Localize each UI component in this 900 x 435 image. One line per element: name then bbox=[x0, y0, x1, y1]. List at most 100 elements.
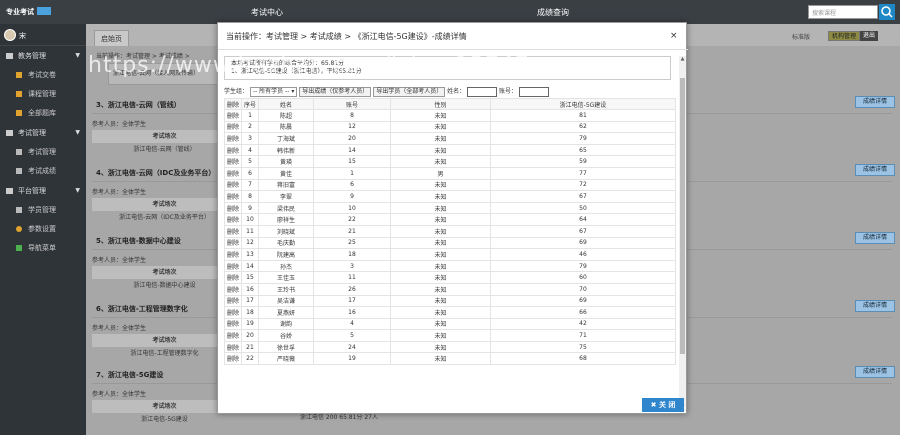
table-cell: 15 bbox=[241, 271, 259, 284]
delete-link[interactable]: 删除 bbox=[224, 178, 242, 192]
table-cell: 未知 bbox=[390, 224, 491, 238]
folder-icon bbox=[6, 130, 13, 136]
delete-link[interactable]: 删除 bbox=[224, 132, 242, 145]
exam-session-cell: 浙江电信-云网（IDC及业务平台） bbox=[119, 214, 210, 221]
exam-session-cell: 浙江电信-工程管理数字化 bbox=[130, 350, 199, 357]
delete-link[interactable]: 删除 bbox=[224, 248, 242, 261]
delete-link[interactable]: 删除 bbox=[224, 259, 242, 273]
scrollbar[interactable]: ▲ ▼ bbox=[679, 56, 686, 411]
table-cell: 毛庆勤 bbox=[258, 236, 314, 250]
exit-button[interactable]: 退出 bbox=[860, 31, 879, 41]
table-row: 删除 4 韩伟新 14 未知 65 bbox=[224, 143, 676, 157]
table-cell: 未知 bbox=[390, 120, 491, 134]
delete-link[interactable]: 删除 bbox=[224, 329, 242, 342]
table-cell: 81 bbox=[490, 109, 676, 122]
table-row: 删除 3 丁海斌 20 未知 79 bbox=[224, 132, 676, 145]
grade-detail-button[interactable]: 成绩详情 bbox=[855, 300, 895, 312]
header-links[interactable]: 标准版 bbox=[792, 32, 810, 41]
delete-link[interactable]: 删除 bbox=[224, 271, 242, 284]
table-cell: 未知 bbox=[390, 259, 491, 273]
delete-link[interactable]: 删除 bbox=[224, 224, 242, 238]
exam-session-header: 考试场次 bbox=[92, 400, 237, 413]
search-button[interactable] bbox=[879, 4, 895, 20]
table-cell: 25 bbox=[313, 236, 391, 250]
grade-detail-button[interactable]: 成绩详情 bbox=[855, 96, 895, 108]
sidebar-item-navmenu[interactable]: 导航菜单 bbox=[0, 239, 86, 258]
chevron-down-icon: ▼ bbox=[75, 52, 80, 59]
delete-link[interactable]: 删除 bbox=[224, 352, 242, 366]
table-row: 删除 19 谢韵 4 未知 42 bbox=[224, 317, 676, 331]
exam-session-header: 考试场次 bbox=[92, 130, 237, 143]
table-cell: 68 bbox=[490, 352, 676, 366]
table-cell: 未知 bbox=[390, 143, 491, 157]
sidebar-item-students[interactable]: 学员管理 bbox=[0, 201, 86, 220]
avatar[interactable] bbox=[4, 29, 16, 41]
delete-link[interactable]: 删除 bbox=[224, 282, 242, 296]
table-row: 删除 6 黄佳 1 男 77 bbox=[224, 166, 676, 180]
table-row: 删除 2 陈晨 12 未知 62 bbox=[224, 120, 676, 134]
scroll-thumb[interactable] bbox=[680, 78, 685, 354]
delete-link[interactable]: 删除 bbox=[224, 109, 242, 122]
tab-home[interactable]: 启始页 bbox=[94, 30, 129, 46]
sidebar-cat-exam[interactable]: 考试管理 ▼ bbox=[0, 123, 86, 143]
delete-link[interactable]: 删除 bbox=[224, 143, 242, 157]
delete-link[interactable]: 删除 bbox=[224, 201, 242, 215]
table-cell: 廖祥生 bbox=[258, 213, 314, 226]
exam-people: 参考人员：全体学生 bbox=[92, 121, 147, 128]
sidebar-cat-platform[interactable]: 平台管理 ▼ bbox=[0, 181, 86, 201]
sidebar-item-submit[interactable]: 考试交卷 bbox=[0, 66, 86, 85]
folder-icon bbox=[6, 53, 13, 59]
group-select[interactable]: -- 所有学员 -- ▾ bbox=[249, 86, 298, 97]
delete-link[interactable]: 删除 bbox=[224, 340, 242, 354]
divider bbox=[218, 49, 688, 50]
table-row: 删除 5 黄瑛 15 未知 59 bbox=[224, 155, 676, 168]
sidebar-cat-teaching[interactable]: 教务管理 ▼ bbox=[0, 46, 86, 66]
table-cell: 18 bbox=[313, 248, 391, 261]
table-cell: 17 bbox=[313, 294, 391, 308]
delete-link[interactable]: 删除 bbox=[224, 236, 242, 250]
search-input[interactable]: 搜索课程 bbox=[808, 5, 878, 19]
export-students-button[interactable]: 导出学员（全部考人员） bbox=[373, 86, 446, 97]
sidebar-item-exam-manage[interactable]: 考试管理 bbox=[0, 143, 86, 162]
table-cell: 65 bbox=[490, 143, 676, 157]
delete-link[interactable]: 删除 bbox=[224, 306, 242, 319]
close-icon[interactable]: × bbox=[670, 31, 678, 41]
nav-exam-center[interactable]: 考试中心 bbox=[251, 7, 283, 18]
delete-link[interactable]: 删除 bbox=[224, 190, 242, 203]
nav-score-query[interactable]: 成绩查询 bbox=[537, 7, 569, 18]
delete-link[interactable]: 删除 bbox=[224, 120, 242, 134]
grade-detail-button[interactable]: 成绩详情 bbox=[855, 164, 895, 176]
org-manage-button[interactable]: 机构管理 bbox=[828, 31, 861, 41]
grade-detail-button[interactable]: 成绩详情 bbox=[855, 366, 895, 378]
sidebar-item-settings[interactable]: 参数设置 bbox=[0, 220, 86, 239]
sidebar-item-exam-scores[interactable]: 考试成绩 bbox=[0, 162, 86, 181]
export-scores-button[interactable]: 导出成绩（仅参考人员） bbox=[299, 86, 372, 97]
table-cell: 夏燕妍 bbox=[258, 306, 314, 319]
modal-title: 当前操作：考试管理 > 考试成绩 > 《浙江电信-5G建设》-成绩详情 bbox=[226, 32, 467, 41]
delete-link[interactable]: 删除 bbox=[224, 155, 242, 168]
close-button[interactable]: ✖ 关 闭 bbox=[642, 398, 684, 412]
exam-title: 3、浙江电信-云网（管线） bbox=[96, 101, 181, 109]
table-cell: 67 bbox=[490, 190, 676, 203]
table-cell: 丁海斌 bbox=[258, 132, 314, 145]
account-input[interactable] bbox=[518, 86, 549, 97]
delete-link[interactable]: 删除 bbox=[224, 213, 242, 226]
delete-link[interactable]: 删除 bbox=[224, 166, 242, 180]
sidebar-item-questions[interactable]: 全部题库 bbox=[0, 104, 86, 123]
chevron-down-icon: ▾ bbox=[291, 87, 295, 95]
table-cell: 男 bbox=[390, 166, 491, 180]
table-row: 删除 11 刘晓斌 21 未知 67 bbox=[224, 224, 676, 238]
table-cell: 66 bbox=[490, 306, 676, 319]
delete-link[interactable]: 删除 bbox=[224, 294, 242, 308]
name-input[interactable] bbox=[467, 86, 498, 97]
table-cell: 62 bbox=[490, 120, 676, 134]
table-row: 删除 12 毛庆勤 25 未知 69 bbox=[224, 236, 676, 250]
scroll-up-icon[interactable]: ▲ bbox=[679, 56, 686, 63]
sidebar-item-courses[interactable]: 课程管理 bbox=[0, 85, 86, 104]
delete-link[interactable]: 删除 bbox=[224, 317, 242, 331]
exam-title: 7、浙江电信-5G建设 bbox=[96, 371, 164, 379]
table-cell: 79 bbox=[490, 259, 676, 273]
filter-bar: 学生组： -- 所有学员 -- ▾ 导出成绩（仅参考人员） 导出学员（全部考人员… bbox=[224, 86, 549, 97]
grade-detail-button[interactable]: 成绩详情 bbox=[855, 232, 895, 244]
table-cell: 李翠 bbox=[258, 190, 314, 203]
